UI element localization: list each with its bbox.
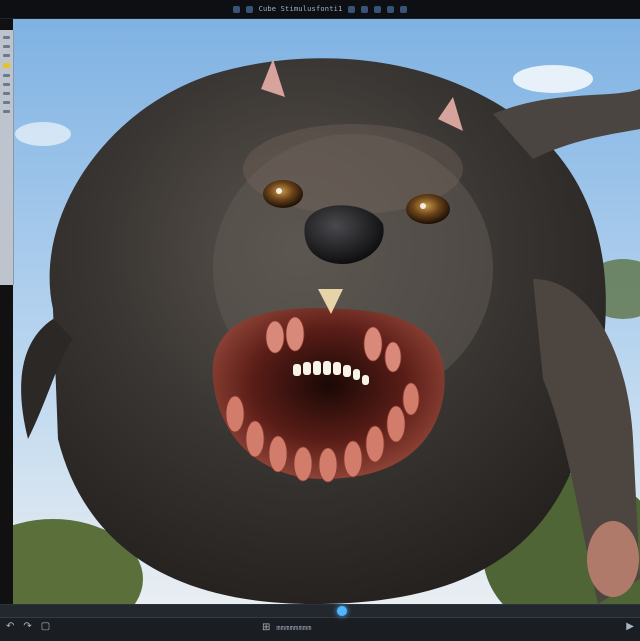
frame-icon: ⊞ bbox=[262, 622, 271, 633]
undo-icon[interactable]: ↶ bbox=[6, 622, 14, 632]
crop-icon[interactable]: ▢ bbox=[41, 622, 50, 632]
status-area: ⊞ mmmmmmmm bbox=[262, 623, 312, 633]
timeline-scrubber[interactable] bbox=[0, 605, 640, 618]
gear-icon[interactable] bbox=[361, 5, 369, 13]
bottom-left-tools: ↶ ↷ ▢ bbox=[6, 622, 50, 632]
color-tool[interactable] bbox=[3, 63, 10, 68]
render-viewport[interactable] bbox=[13, 19, 640, 604]
bottom-toolbar: ↶ ↷ ▢ ⊞ mmmmmmmm ▶ bbox=[0, 604, 640, 641]
brush-tool[interactable] bbox=[3, 83, 10, 86]
tool-sidebar bbox=[0, 30, 14, 285]
layers-icon[interactable] bbox=[348, 5, 356, 13]
bottom-right-tools: ▶ bbox=[626, 622, 634, 632]
scale-tool[interactable] bbox=[3, 74, 10, 77]
arrow-icon[interactable] bbox=[232, 5, 240, 13]
window-title: Cube Stimulusfonti1 bbox=[258, 5, 343, 13]
playhead-handle[interactable] bbox=[337, 606, 347, 616]
title-bar: Cube Stimulusfonti1 bbox=[0, 0, 640, 19]
play-icon[interactable]: ▶ bbox=[626, 622, 634, 632]
light-tool[interactable] bbox=[3, 110, 10, 113]
select-tool[interactable] bbox=[3, 36, 10, 39]
settings-icon[interactable] bbox=[387, 5, 395, 13]
brush-icon[interactable] bbox=[374, 5, 382, 13]
camera-tool[interactable] bbox=[3, 101, 10, 104]
status-text: mmmmmmmm bbox=[276, 624, 312, 632]
redo-icon[interactable]: ↷ bbox=[23, 622, 31, 632]
cube-icon[interactable] bbox=[245, 5, 253, 13]
help-icon[interactable] bbox=[400, 5, 408, 13]
eraser-tool[interactable] bbox=[3, 92, 10, 95]
creature-render bbox=[13, 19, 640, 604]
move-tool[interactable] bbox=[3, 45, 10, 48]
rotate-tool[interactable] bbox=[3, 54, 10, 57]
